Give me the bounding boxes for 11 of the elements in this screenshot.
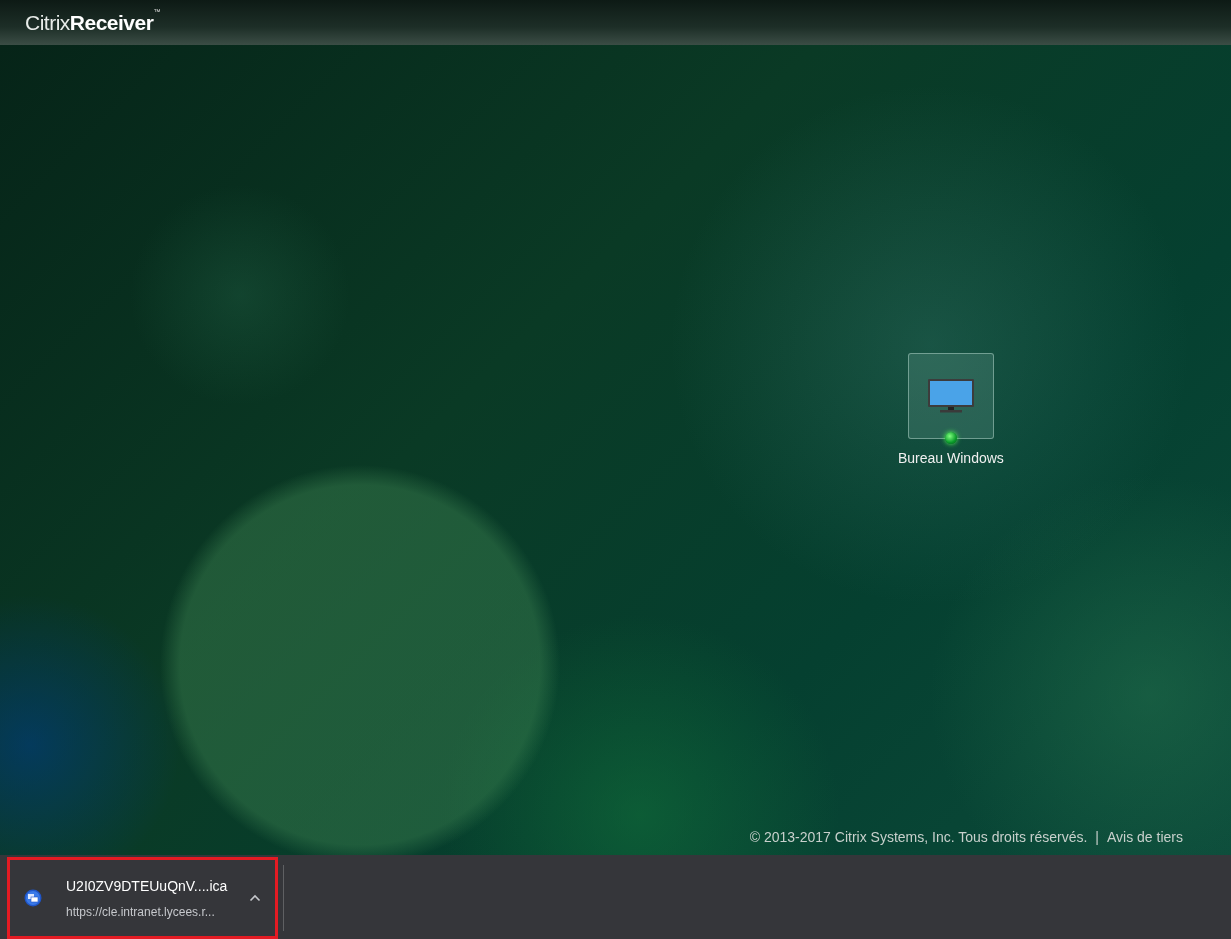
copyright-text: © 2013-2017 Citrix Systems, Inc. Tous droits réservés. [749,828,1088,847]
caret-icon[interactable] [249,894,261,902]
separator-text: | [1095,828,1099,847]
download-item[interactable]: U2I0ZV9DTEUuQnV....ica https://cle.intranet.lycees.r... [7,857,278,939]
desktop-tile[interactable] [907,353,994,439]
file-type-icon [24,889,42,907]
file-url: https://cle.intranet.lycees.r... [66,903,216,921]
third-party-link[interactable]: Avis de tiers [1107,827,1183,848]
monitor-icon [926,378,975,414]
file-name: U2I0ZV9DTEUuQnV....ica [66,876,229,896]
desktop-label[interactable]: Bureau Windows [898,448,1004,469]
